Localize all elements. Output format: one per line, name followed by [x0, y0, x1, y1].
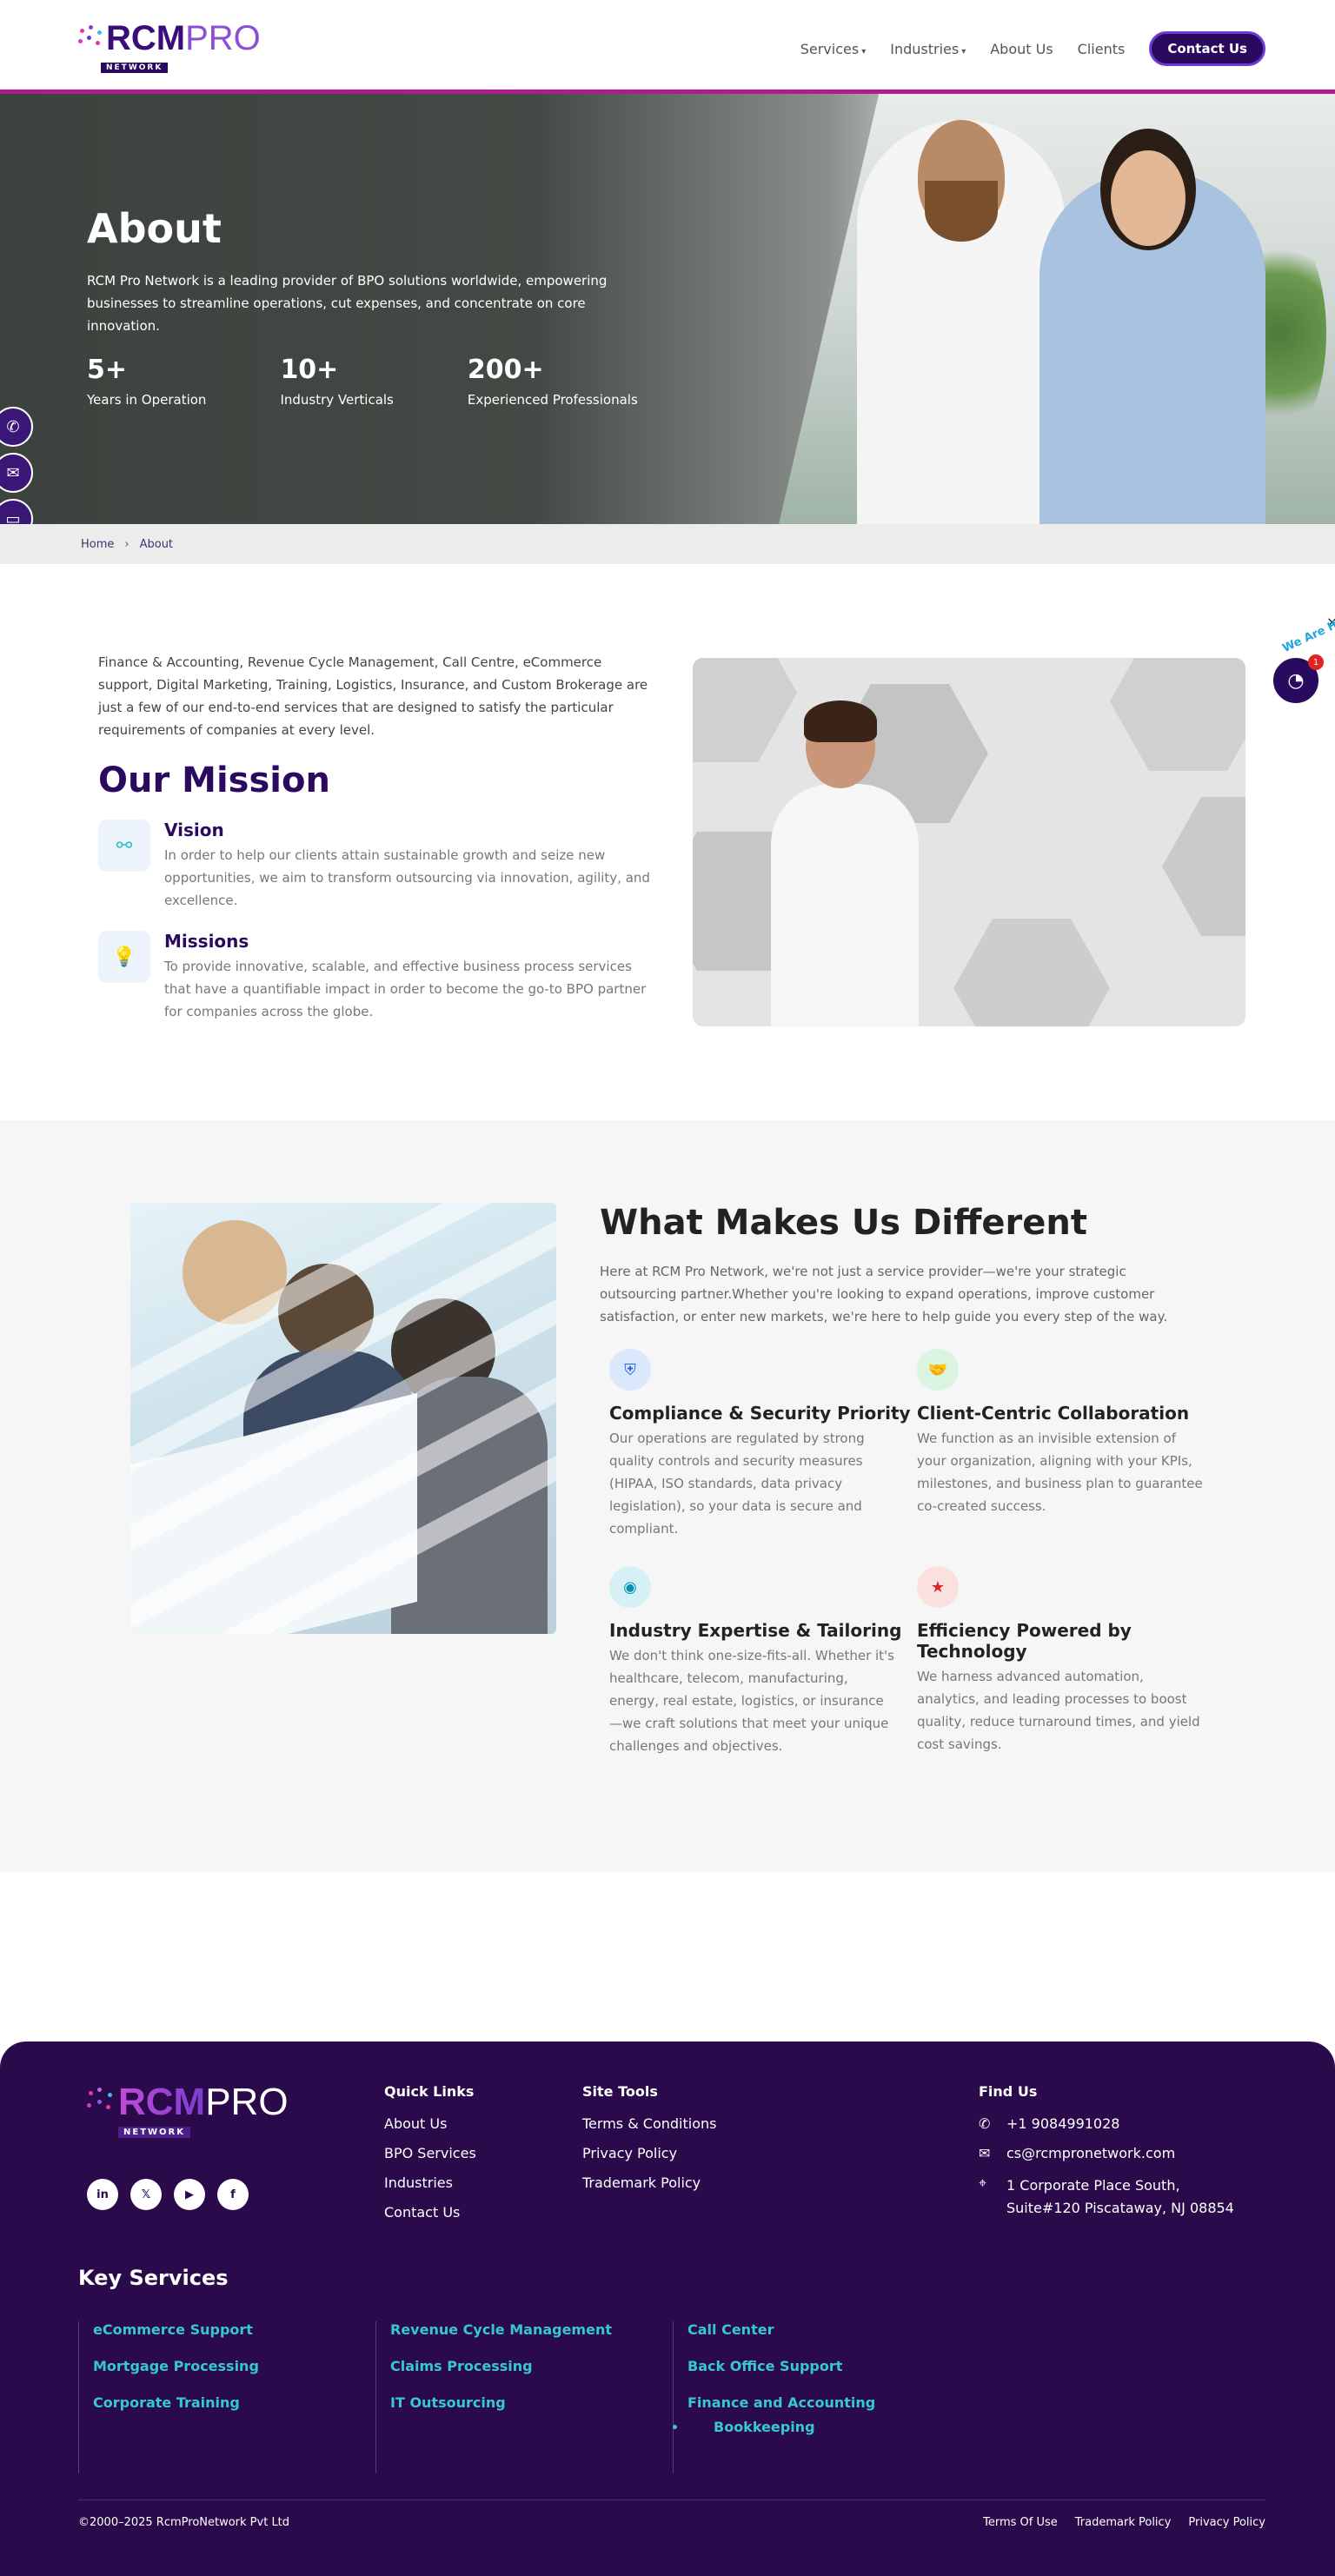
mail-icon[interactable]: ✉: [0, 453, 33, 493]
chat-bubble-icon[interactable]: ◔ 1: [1271, 654, 1324, 706]
hero-title: About: [87, 205, 222, 252]
footer-email[interactable]: cs@rcmpronetwork.com: [1006, 2145, 1175, 2161]
lightbulb-icon: 💡: [98, 931, 150, 983]
missions-item: 💡 Missions To provide innovative, scalab…: [98, 931, 654, 1023]
vision-title: Vision: [164, 820, 224, 840]
nav-about-us[interactable]: About Us: [990, 41, 1053, 57]
nav-industries[interactable]: Industries ▾: [890, 41, 966, 57]
bottom-link-terms[interactable]: Terms Of Use: [983, 2516, 1058, 2529]
mission-title: Our Mission: [98, 760, 330, 800]
mail-icon: ✉: [979, 2145, 991, 2161]
service-link[interactable]: Back Office Support: [687, 2358, 970, 2374]
chevron-down-icon: ▾: [961, 46, 966, 56]
service-link[interactable]: Finance and Accounting: [687, 2394, 970, 2411]
logo-rcm: RCM: [106, 19, 186, 57]
feature-compliance: ⛨ Compliance & Security Priority Our ope…: [609, 1349, 917, 1540]
different-section: What Makes Us Different Here at RCM Pro …: [0, 1120, 1335, 1872]
social-links: in 𝕏 ▶ f: [87, 2179, 249, 2210]
x-icon[interactable]: 𝕏: [130, 2179, 162, 2210]
service-link[interactable]: Mortgage Processing: [93, 2358, 375, 2374]
hero-stats: 5+ Years in Operation 10+ Industry Verti…: [87, 355, 712, 408]
different-description: Here at RCM Pro Network, we're not just …: [600, 1264, 1168, 1325]
chat-badge: 1: [1308, 654, 1324, 670]
footer-link-industries[interactable]: Industries: [384, 2174, 476, 2191]
mission-section: Finance & Accounting, Revenue Cycle Mana…: [0, 564, 1335, 1120]
footer-logo[interactable]: RCMPRO NETWORK: [87, 2083, 289, 2138]
logo-pro: PRO: [185, 19, 261, 57]
contact-us-button[interactable]: Contact Us: [1149, 31, 1265, 66]
vision-item: ⚯ Vision In order to help our clients at…: [98, 820, 654, 912]
team-meeting-image: [130, 1203, 556, 1634]
find-us: Find Us ✆ +1 9084991028 ✉ cs@rcmpronetwork…: [979, 2083, 1241, 2233]
vision-text: In order to help our clients attain sust…: [164, 847, 650, 908]
hero-photo: [779, 94, 1335, 524]
hero-description: RCM Pro Network is a leading provider of…: [87, 273, 608, 334]
site-tools: Site Tools Terms & Conditions Privacy Po…: [582, 2083, 717, 2191]
footer-link-privacy[interactable]: Privacy Policy: [582, 2145, 716, 2161]
service-link[interactable]: Call Center: [687, 2321, 970, 2338]
copyright: ©2000–2025 RcmProNetwork Pvt Ltd: [78, 2516, 290, 2529]
breadcrumb-current: About: [139, 537, 174, 551]
key-services-title: Key Services: [78, 2266, 229, 2290]
hero: About RCM Pro Network is a leading provi…: [0, 94, 1335, 524]
different-title: What Makes Us Different: [600, 1203, 1087, 1243]
feature-collaboration: 🤝 Client-Centric Collaboration We functi…: [917, 1349, 1204, 1540]
side-contact-bar: ✆ ✉ ▭: [0, 407, 33, 524]
footer-phone[interactable]: +1 9084991028: [1006, 2115, 1119, 2132]
nav-services[interactable]: Services ▾: [800, 41, 867, 57]
features-grid: ⛨ Compliance & Security Priority Our ope…: [600, 1349, 1203, 1757]
logo-mark: [78, 25, 104, 51]
handshake-icon: 🤝: [917, 1349, 959, 1391]
nav-clients[interactable]: Clients: [1078, 41, 1126, 57]
breadcrumb-home[interactable]: Home: [81, 538, 114, 551]
feature-efficiency: ★ Efficiency Powered by Technology We ha…: [917, 1566, 1204, 1757]
logo-mark: [87, 2088, 116, 2117]
eye-icon: ◉: [609, 1566, 651, 1608]
binoculars-icon: ⚯: [98, 820, 150, 872]
phone-icon[interactable]: ✆: [0, 407, 33, 447]
star-icon: ★: [917, 1566, 959, 1608]
facebook-icon[interactable]: f: [217, 2179, 249, 2210]
phone-icon: ✆: [979, 2115, 991, 2132]
linkedin-icon[interactable]: in: [87, 2179, 118, 2210]
footer-link-contact[interactable]: Contact Us: [384, 2204, 476, 2221]
breadcrumb: Home › About: [0, 524, 1335, 564]
service-link[interactable]: Claims Processing: [390, 2358, 673, 2374]
main-nav: Services ▾ Industries ▾ About Us Clients C…: [800, 31, 1265, 66]
quick-links: Quick Links About Us BPO Services Indust…: [384, 2083, 476, 2221]
location-icon: ⌖: [979, 2174, 987, 2191]
footer-address: 1 Corporate Place South, Suite#120 Pisca…: [1006, 2177, 1234, 2216]
feature-expertise: ◉ Industry Expertise & Tailoring We don'…: [609, 1566, 917, 1757]
chat-icon[interactable]: ▭: [0, 499, 33, 524]
footer-link-about[interactable]: About Us: [384, 2115, 476, 2132]
service-link[interactable]: Corporate Training: [93, 2394, 375, 2411]
shield-icon: ⛨: [609, 1349, 651, 1391]
footer-link-bpo[interactable]: BPO Services: [384, 2145, 476, 2161]
bottom-link-trademark[interactable]: Trademark Policy: [1075, 2516, 1172, 2529]
chevron-down-icon: ▾: [861, 46, 867, 56]
site-header: RCMPRO NETWORK Services ▾ Industries ▾ Abo…: [0, 0, 1335, 94]
missions-text: To provide innovative, scalable, and eff…: [164, 959, 647, 1019]
youtube-icon[interactable]: ▶: [174, 2179, 205, 2210]
footer-bottom: ©2000–2025 RcmProNetwork Pvt Ltd Terms O…: [78, 2500, 1265, 2529]
service-link[interactable]: eCommerce Support: [93, 2321, 375, 2338]
footer-link-trademark[interactable]: Trademark Policy: [582, 2174, 716, 2191]
logo-subtitle: NETWORK: [101, 63, 169, 73]
missions-title: Missions: [164, 931, 249, 952]
service-link[interactable]: Revenue Cycle Management: [390, 2321, 673, 2338]
stat-verticals: 10+ Industry Verticals: [280, 355, 394, 408]
bottom-link-privacy[interactable]: Privacy Policy: [1188, 2516, 1265, 2529]
chevron-right-icon: ›: [124, 537, 130, 551]
key-services-grid: eCommerce Support Mortgage Processing Co…: [78, 2321, 970, 2473]
service-sub-link[interactable]: Bookkeeping: [687, 2419, 970, 2435]
site-footer: RCMPRO NETWORK in 𝕏 ▶ f Quick Links Abou…: [0, 2042, 1335, 2576]
mission-intro: Finance & Accounting, Revenue Cycle Mana…: [98, 654, 648, 738]
logo[interactable]: RCMPRO: [78, 21, 261, 56]
mission-image: [693, 658, 1245, 1026]
footer-link-terms[interactable]: Terms & Conditions: [582, 2115, 716, 2132]
service-link[interactable]: IT Outsourcing: [390, 2394, 673, 2411]
stat-professionals: 200+ Experienced Professionals: [467, 355, 638, 408]
stat-years: 5+ Years in Operation: [87, 355, 207, 408]
